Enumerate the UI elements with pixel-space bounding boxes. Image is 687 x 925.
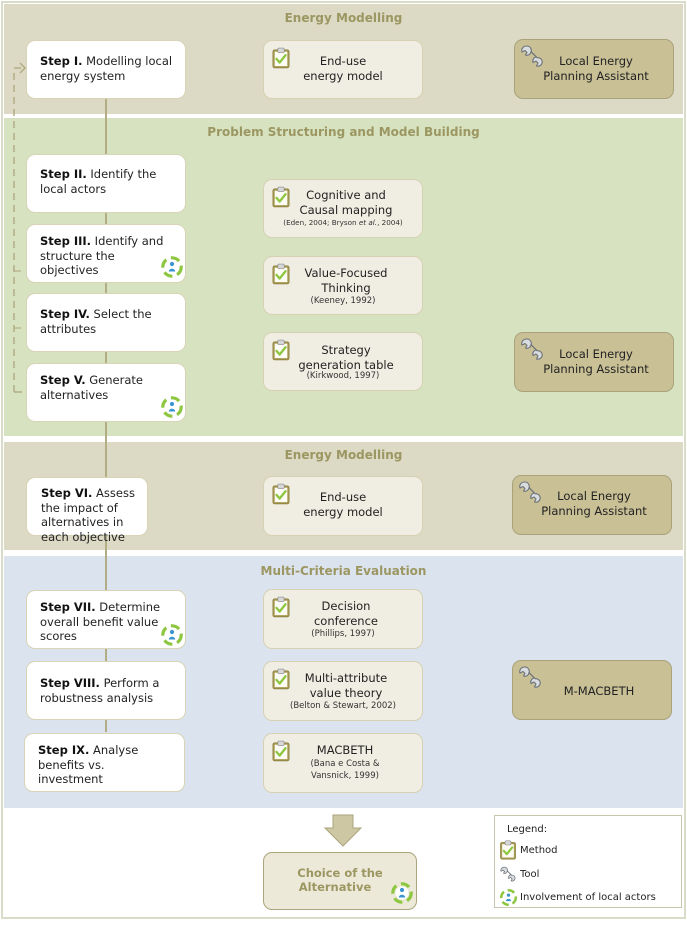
method-label: energy model: [303, 68, 383, 83]
clipboard-check-icon: [499, 840, 517, 860]
legend-label: Involvement of local actors: [520, 891, 656, 903]
down-arrow-icon: [323, 814, 363, 847]
wrench-icon: [499, 865, 517, 883]
tool-local-energy-planning-assistant: Local Energy Planning Assistant: [514, 39, 674, 99]
step-6: Step VI. Assess the impact of alternativ…: [26, 477, 148, 544]
method-end-use-energy-model-2: End-use energy model: [263, 476, 423, 536]
legend-item-actors: Involvement of local actors: [499, 887, 656, 907]
choice-label: Choice of the: [297, 866, 383, 880]
actors-involvement-icon: [160, 255, 184, 279]
method-reference: (Belton & Stewart, 2002): [290, 701, 396, 711]
actors-involvement-icon: [390, 881, 414, 905]
step-2: Step II. Identify the local actors: [26, 154, 186, 213]
legend: Legend: Method Tool Involvement of local…: [494, 815, 682, 908]
method-strategy-generation-table: Strategy generation table (Kirkwood, 199…: [263, 332, 423, 391]
step-number: Step III.: [40, 234, 92, 248]
legend-item-method: Method: [499, 840, 558, 860]
wrench-icon: [517, 664, 543, 690]
tool-local-energy-planning-assistant-2: Local Energy Planning Assistant: [514, 332, 674, 392]
clipboard-check-icon: [272, 339, 290, 361]
clipboard-check-icon: [272, 668, 290, 690]
tool-m-macbeth: M-MACBETH: [512, 660, 672, 720]
legend-item-tool: Tool: [499, 864, 539, 884]
method-reference: (Phillips, 1997): [311, 629, 375, 639]
method-decision-conference: Decision conference (Phillips, 1997): [263, 589, 423, 649]
actors-cycle-icon: [499, 888, 518, 907]
clipboard-check-icon: [272, 483, 290, 505]
method-reference: (Eden, 2004; Bryson et al., 2004): [283, 218, 403, 227]
step-4: Step IV. Select the attributes: [26, 293, 186, 352]
wrench-icon: [519, 43, 545, 69]
method-multi-attribute-value-theory: Multi-attribute value theory (Belton & S…: [263, 661, 423, 721]
method-reference: (Keeney, 1992): [310, 296, 376, 306]
actors-involvement-icon: [160, 623, 184, 647]
method-end-use-energy-model: End-use energy model: [263, 40, 423, 99]
step-5: Step V. Generate alternatives: [26, 363, 186, 422]
method-macbeth: MACBETH (Bana e Costa & Vansnick, 1999): [263, 733, 423, 793]
step-number: Step VI.: [41, 486, 93, 500]
tool-label: Planning Assistant: [543, 361, 649, 376]
step-number: Step IV.: [40, 307, 90, 321]
step-9: Step IX. Analyse benefits vs. investment: [24, 733, 185, 792]
actors-involvement-icon: [160, 395, 184, 419]
legend-label: Tool: [520, 868, 540, 880]
tool-label: Planning Assistant: [541, 503, 647, 518]
clipboard-check-icon: [272, 186, 290, 208]
step-number: Step IX.: [38, 743, 90, 757]
band-title: Energy Modelling: [284, 11, 403, 25]
feedback-loop-arrow: [13, 62, 27, 393]
method-label: energy model: [303, 504, 383, 519]
clipboard-check-icon: [272, 263, 290, 285]
wrench-icon: [519, 336, 545, 362]
step-7: Step VII. Determine overall benefit valu…: [26, 590, 186, 649]
tool-label: M-MACBETH: [563, 684, 635, 698]
method-cognitive-causal-mapping: Cognitive and Causal mapping (Eden, 2004…: [263, 179, 423, 238]
step-number: Step V.: [40, 373, 86, 387]
legend-label: Method: [520, 844, 558, 856]
step-number: Step I.: [40, 54, 83, 68]
tool-local-energy-planning-assistant-3: Local Energy Planning Assistant: [512, 475, 672, 535]
method-reference: Vansnick, 1999): [311, 770, 379, 781]
choice-of-alternative: Choice of the Alternative: [263, 852, 417, 910]
tool-label: Planning Assistant: [543, 68, 649, 83]
clipboard-check-icon: [272, 596, 290, 618]
method-value-focused-thinking: Value-Focused Thinking (Keeney, 1992): [263, 256, 423, 315]
step-number: Step II.: [40, 167, 87, 181]
step-number: Step VII.: [40, 600, 96, 614]
legend-title: Legend:: [507, 824, 548, 835]
step-8: Step VIII. Perform a robustness analysis: [26, 661, 186, 720]
wrench-icon: [517, 479, 543, 505]
step-3: Step III. Identify and structure the obj…: [26, 224, 186, 283]
clipboard-check-icon: [272, 47, 290, 69]
method-reference: (Kirkwood, 1997): [306, 371, 380, 381]
step-number: Step VIII.: [40, 676, 100, 690]
clipboard-check-icon: [272, 740, 290, 762]
step-1: Step I. Modelling local energy system: [26, 40, 186, 99]
